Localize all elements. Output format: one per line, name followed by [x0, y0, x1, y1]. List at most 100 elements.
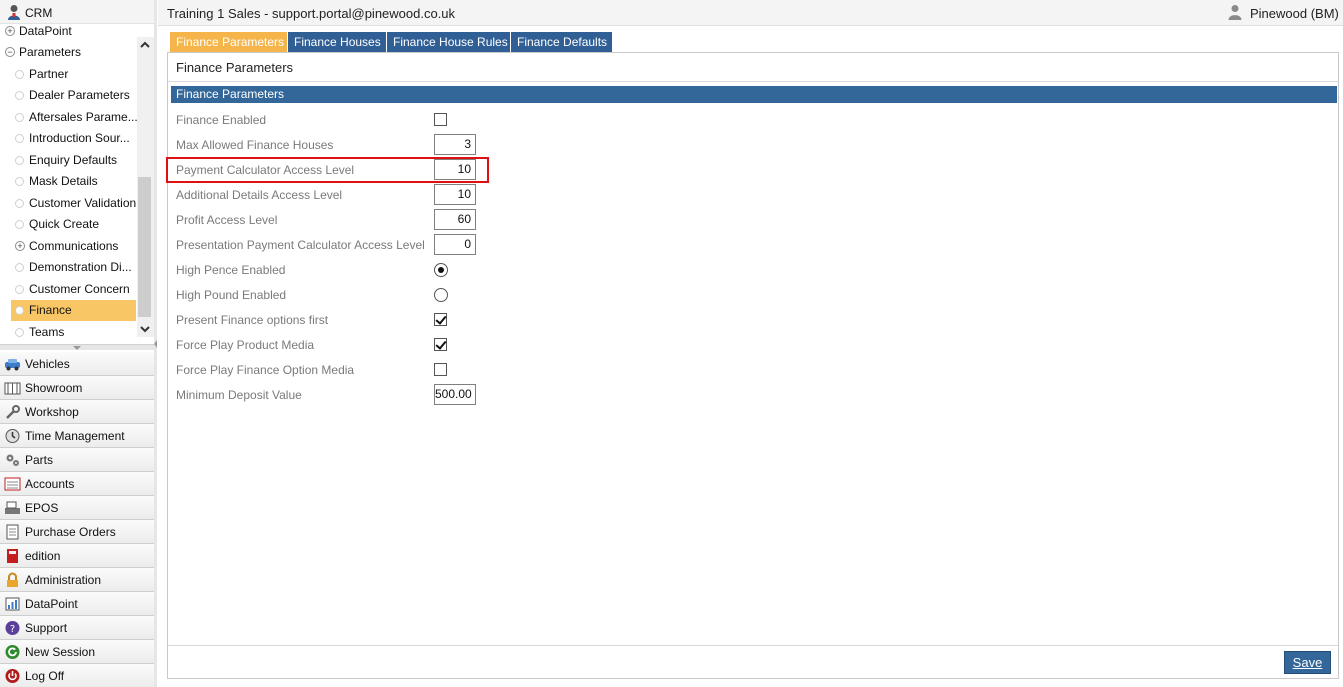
tree-scrollbar-thumb[interactable]: [138, 177, 151, 317]
horizontal-splitter[interactable]: [0, 344, 154, 350]
wrench-icon: [6, 405, 20, 419]
tree-item-label: Demonstration Di...: [29, 260, 132, 274]
crm-header-label: CRM: [25, 6, 53, 20]
field-force-play-product-media: Force Play Product Media: [176, 334, 596, 356]
chevron-down-icon[interactable]: [139, 323, 151, 335]
tree-node-icon: [15, 113, 24, 122]
high-pound-enabled-radio[interactable]: [434, 288, 448, 302]
vertical-splitter[interactable]: [154, 0, 157, 687]
expand-icon[interactable]: +: [5, 26, 15, 36]
expand-icon[interactable]: +: [15, 241, 25, 251]
module-time-management[interactable]: Time Management: [0, 424, 154, 448]
high-pence-enabled-radio[interactable]: [434, 263, 448, 277]
module-label: Support: [25, 621, 68, 635]
tree-item-finance[interactable]: Finance: [11, 300, 136, 321]
till-icon: [5, 501, 20, 514]
module-epos[interactable]: EPOS: [0, 496, 154, 520]
tree-item-label: Finance: [29, 303, 72, 317]
module-showroom[interactable]: Showroom: [0, 376, 154, 400]
tree-node-icon: [15, 199, 24, 208]
profit-access-level-input[interactable]: 60: [434, 209, 476, 230]
field-label: Presentation Payment Calculator Access L…: [176, 238, 425, 252]
module-label: edition: [25, 549, 61, 563]
module-accounts[interactable]: Accounts: [0, 472, 154, 496]
module-vehicles[interactable]: Vehicles: [0, 352, 154, 376]
field-label: Force Play Product Media: [176, 338, 315, 352]
tree-item-parameters[interactable]: − Parameters: [5, 42, 135, 63]
divider: [168, 645, 1338, 646]
showroom-icon: [4, 382, 21, 395]
tree-item-teams[interactable]: Teams: [11, 322, 136, 343]
tree-item-enquiry-defaults[interactable]: Enquiry Defaults: [11, 150, 136, 171]
tree-node-icon: [15, 285, 24, 294]
tree-item-communications[interactable]: + Communications: [11, 236, 136, 257]
field-label: High Pound Enabled: [176, 288, 287, 302]
module-label: Log Off: [25, 669, 65, 683]
tree-item-label: Parameters: [19, 45, 82, 59]
minimum-deposit-value-input[interactable]: 500.00: [434, 384, 476, 405]
module-administration[interactable]: Administration: [0, 568, 154, 592]
tree-item-label: Partner: [29, 67, 69, 81]
tab-finance-house-rules[interactable]: Finance House Rules: [387, 32, 511, 52]
finance-enabled-checkbox[interactable]: [434, 113, 447, 126]
field-label: Present Finance options first: [176, 313, 329, 327]
crm-header[interactable]: CRM: [0, 0, 157, 24]
presentation-payment-calculator-access-level-input[interactable]: 0: [434, 234, 476, 255]
tree-scrollbar[interactable]: [137, 37, 154, 337]
module-edition[interactable]: edition: [0, 544, 154, 568]
force-play-product-media-checkbox[interactable]: [434, 338, 447, 351]
tree-item-customer-concern[interactable]: Customer Concern: [11, 279, 136, 300]
tree-node-icon: [15, 91, 24, 100]
tab-finance-houses[interactable]: Finance Houses: [288, 32, 387, 52]
max-allowed-finance-houses-input[interactable]: 3: [434, 134, 476, 155]
field-label: Additional Details Access Level: [176, 188, 343, 202]
tree-item-label: Quick Create: [29, 217, 100, 231]
collapse-icon[interactable]: −: [5, 47, 15, 57]
tree-item-mask-details[interactable]: Mask Details: [11, 171, 136, 192]
collapse-arrow-icon[interactable]: [154, 340, 157, 348]
module-workshop[interactable]: Workshop: [0, 400, 154, 424]
tree-node-icon: [15, 220, 24, 229]
field-label: Force Play Finance Option Media: [176, 363, 355, 377]
tree-item-customer-validation[interactable]: Customer Validation: [11, 193, 136, 214]
user-icon: [1228, 5, 1242, 20]
car-icon: [5, 359, 20, 371]
tab-finance-parameters[interactable]: Finance Parameters: [170, 32, 288, 52]
additional-details-access-level-input[interactable]: 10: [434, 184, 476, 205]
tree-item-aftersales-parame[interactable]: Aftersales Parame...: [11, 107, 137, 128]
tab-finance-defaults[interactable]: Finance Defaults: [511, 32, 613, 52]
module-parts[interactable]: Parts: [0, 448, 154, 472]
top-bar: Training 1 Sales - support.portal@pinewo…: [158, 0, 1343, 26]
save-button[interactable]: Save: [1284, 651, 1331, 674]
tree-node-icon: [15, 156, 24, 165]
app-window: CRM + DataPoint − Parameters Partner Dealer P…: [0, 0, 1343, 687]
tree-item-introduction-sour[interactable]: Introduction Sour...: [11, 128, 136, 149]
power-icon: [5, 669, 20, 683]
session-title: Training 1 Sales - support.portal@pinewo…: [167, 6, 456, 21]
chevron-up-icon[interactable]: [139, 39, 151, 51]
present-finance-options-first-checkbox[interactable]: [434, 313, 447, 326]
module-log-off[interactable]: Log Off: [0, 664, 154, 687]
module-new-session[interactable]: New Session: [0, 640, 154, 664]
module-datapoint[interactable]: DataPoint: [0, 592, 154, 616]
document-icon: [6, 524, 19, 540]
svg-text:?: ?: [10, 624, 15, 635]
tree-item-partner[interactable]: Partner: [11, 64, 136, 85]
module-support[interactable]: ? Support: [0, 616, 154, 640]
tree-item-quick-create[interactable]: Quick Create: [11, 214, 136, 235]
divider: [168, 81, 1338, 82]
tree-item-datapoint[interactable]: + DataPoint: [5, 24, 135, 42]
tree-item-label: Communications: [29, 239, 119, 253]
force-play-finance-option-media-checkbox[interactable]: [434, 363, 447, 376]
support-icon: ?: [5, 621, 20, 635]
module-label: Parts: [25, 453, 54, 467]
user-name[interactable]: Pinewood (BM): [1250, 6, 1339, 21]
tree-item-dealer-parameters[interactable]: Dealer Parameters: [11, 85, 136, 106]
datapoint-icon: [5, 597, 20, 611]
tree-item-label: Dealer Parameters: [29, 88, 130, 102]
tree-item-demonstration-di[interactable]: Demonstration Di...: [11, 257, 136, 278]
module-purchase-orders[interactable]: Purchase Orders: [0, 520, 154, 544]
field-label: Finance Enabled: [176, 113, 267, 127]
module-list: Vehicles Showroom Workshop Time Management P…: [0, 352, 154, 687]
field-max-allowed-finance-houses: Max Allowed Finance Houses 3: [176, 134, 596, 156]
